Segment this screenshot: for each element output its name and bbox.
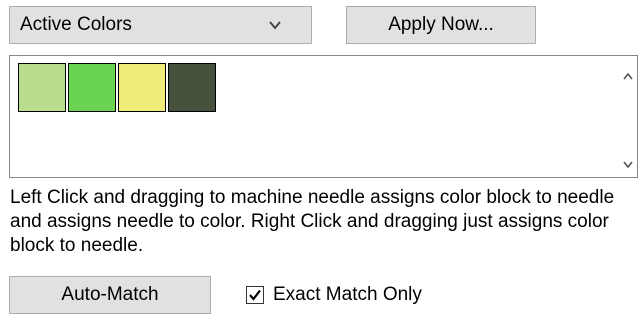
instructions-text: Left Click and dragging to machine needl… <box>10 187 615 256</box>
dropdown-selected-value: Active Colors <box>20 14 132 35</box>
color-set-dropdown[interactable]: Active Colors <box>9 6 312 44</box>
swatch-row <box>18 63 216 112</box>
chevron-down-icon[interactable] <box>621 157 635 171</box>
chevron-up-icon[interactable] <box>621 70 635 84</box>
apply-now-label: Apply Now... <box>388 14 494 35</box>
auto-match-button[interactable]: Auto-Match <box>9 276 211 314</box>
color-swatch[interactable] <box>118 63 166 112</box>
color-swatch[interactable] <box>18 63 66 112</box>
exact-match-label: Exact Match Only <box>273 284 422 305</box>
exact-match-checkbox[interactable] <box>246 286 264 304</box>
auto-match-label: Auto-Match <box>61 284 159 305</box>
checkmark-icon <box>249 289 261 301</box>
color-block-list[interactable] <box>9 55 638 178</box>
apply-now-button[interactable]: Apply Now... <box>346 6 536 44</box>
vertical-scrollbar[interactable] <box>619 56 637 177</box>
color-swatch[interactable] <box>68 63 116 112</box>
exact-match-option[interactable]: Exact Match Only <box>246 283 422 307</box>
chevron-down-icon[interactable] <box>265 15 285 35</box>
color-swatch[interactable] <box>168 63 216 112</box>
